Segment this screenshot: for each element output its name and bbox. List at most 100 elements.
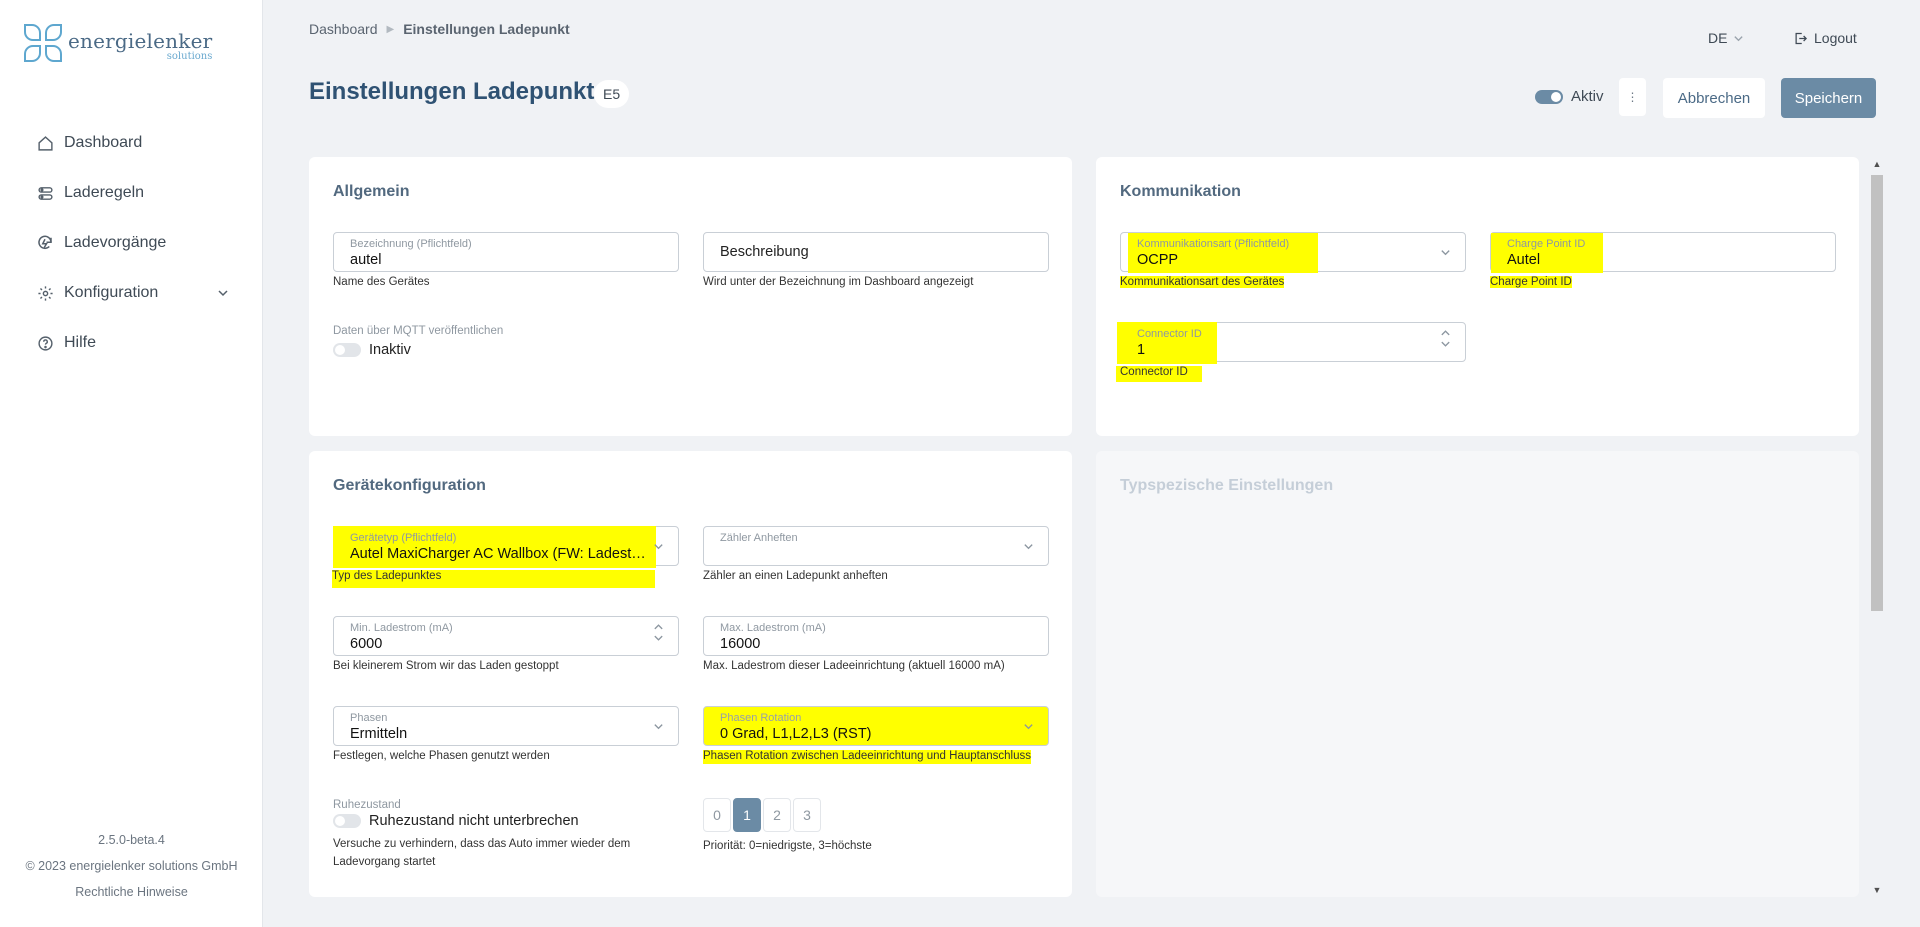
breadcrumb-separator-icon: ▶: [386, 23, 395, 35]
legal-link[interactable]: Rechtliche Hinweise: [0, 879, 263, 905]
more-options-button[interactable]: ⋮: [1619, 78, 1646, 116]
sidebar-nav: Dashboard Laderegeln Ladevorgänge Konfig…: [0, 118, 263, 368]
name-input[interactable]: Bezeichnung (Pflichtfeld) autel: [333, 232, 679, 272]
rest-label: Ruhezustand: [333, 799, 401, 811]
meter-select[interactable]: Zähler Anheften: [703, 526, 1049, 566]
logo-icon: [24, 24, 64, 64]
priority-option-0[interactable]: 0: [703, 798, 731, 832]
active-switch[interactable]: [1535, 89, 1563, 104]
breadcrumb-dashboard[interactable]: Dashboard: [309, 21, 378, 37]
max-current-field: Max. Ladestrom (mA) 16000 Max. Ladestrom…: [703, 616, 1049, 672]
logout-icon: [1795, 32, 1808, 44]
device-type-value: Autel MaxiCharger AC Wallbox (FW: Ladest…: [350, 546, 646, 562]
help-icon: [36, 334, 54, 352]
sidebar-item-label: Hilfe: [64, 334, 97, 351]
mqtt-switch[interactable]: [333, 343, 361, 357]
chevron-down-icon: [1024, 724, 1033, 730]
phases-value: Ermitteln: [350, 726, 408, 742]
min-current-hint: Bei kleinerem Strom wir das Laden gestop…: [333, 660, 559, 672]
rotation-field: Phasen Rotation 0 Grad, L1,L2,L3 (RST) P…: [703, 706, 1049, 764]
language-select[interactable]: DE: [1708, 30, 1744, 46]
description-input[interactable]: Beschreibung: [703, 232, 1049, 272]
scroll-up-icon[interactable]: ▲: [1870, 157, 1884, 171]
brand-logo[interactable]: energielenker solutions: [24, 24, 212, 64]
description-placeholder: Beschreibung: [720, 244, 809, 260]
meter-label: Zähler Anheften: [720, 532, 798, 544]
rotation-label: Phasen Rotation: [720, 712, 802, 724]
cancel-button[interactable]: Abbrechen: [1663, 78, 1765, 118]
page-title: Einstellungen Ladepunkt: [309, 78, 595, 105]
priority-option-2[interactable]: 2: [763, 798, 791, 832]
max-current-input[interactable]: Max. Ladestrom (mA) 16000: [703, 616, 1049, 656]
chargepoint-badge: E5: [594, 80, 630, 108]
connector-input[interactable]: Connector ID 1: [1117, 322, 1466, 364]
active-toggle[interactable]: Aktiv: [1535, 88, 1604, 105]
rotation-select[interactable]: Phasen Rotation 0 Grad, L1,L2,L3 (RST): [703, 706, 1049, 746]
brand-name: energielenker: [68, 29, 213, 53]
name-label: Bezeichnung (Pflichtfeld): [350, 238, 472, 250]
communication-title: Kommunikation: [1120, 183, 1241, 200]
cpid-input[interactable]: Charge Point ID Autel: [1490, 232, 1836, 273]
phases-select[interactable]: Phasen Ermitteln: [333, 706, 679, 746]
type-specific-title: Typspezische Einstellungen: [1120, 477, 1334, 494]
comm-type-select[interactable]: Kommunikationsart (Pflichtfeld) OCPP: [1120, 232, 1466, 273]
phases-field: Phasen Ermitteln Festlegen, welche Phase…: [333, 706, 679, 762]
comm-type-hint: Kommunikationsart des Gerätes: [1120, 276, 1285, 288]
rest-toggle-label: Ruhezustand nicht unterbrechen: [369, 813, 579, 829]
logout-button[interactable]: Logout: [1793, 30, 1857, 46]
save-button[interactable]: Speichern: [1781, 78, 1876, 118]
home-icon: [36, 134, 54, 152]
mqtt-state: Inaktiv: [369, 342, 411, 358]
chevron-down-icon: [654, 544, 663, 550]
device-type-field: Gerätetyp (Pflichtfeld) Autel MaxiCharge…: [332, 526, 679, 588]
priority-option-3[interactable]: 3: [793, 798, 821, 832]
logout-label: Logout: [1814, 30, 1857, 46]
rest-switch[interactable]: [333, 814, 361, 828]
phases-hint: Festlegen, welche Phasen genutzt werden: [333, 750, 550, 762]
sidebar-item-hilfe[interactable]: Hilfe: [0, 318, 263, 368]
general-title: Allgemein: [333, 183, 410, 200]
kebab-icon: ⋮: [1626, 90, 1639, 104]
scroll-down-icon[interactable]: ▼: [1870, 883, 1884, 897]
sidebar: energielenker solutions Dashboard Ladere…: [0, 0, 263, 927]
stepper-icon[interactable]: [1440, 329, 1451, 348]
min-current-input[interactable]: Min. Ladestrom (mA) 6000: [333, 616, 679, 656]
chevron-down-icon: [217, 286, 229, 304]
device-type-select[interactable]: Gerätetyp (Pflichtfeld) Autel MaxiCharge…: [333, 526, 679, 568]
breadcrumb-current: Einstellungen Ladepunkt: [403, 21, 570, 37]
max-current-hint: Max. Ladestrom dieser Ladeeinrichtung (a…: [703, 660, 1005, 672]
app-version: 2.5.0-beta.4: [98, 833, 165, 847]
rotation-hint: Phasen Rotation zwischen Ladeeinrichtung…: [703, 750, 1031, 764]
name-hint: Name des Gerätes: [333, 276, 430, 288]
comm-type-label: Kommunikationsart (Pflichtfeld): [1137, 238, 1290, 250]
cpid-label: Charge Point ID: [1507, 238, 1586, 250]
min-current-value: 6000: [350, 636, 383, 652]
copyright: © 2023 energielenker solutions GmbH: [25, 859, 238, 873]
name-value: autel: [350, 252, 382, 268]
name-field: Bezeichnung (Pflichtfeld) autel Name des…: [333, 232, 679, 288]
priority-option-1[interactable]: 1: [733, 798, 761, 832]
rules-icon: [36, 184, 54, 202]
mqtt-field: Daten über MQTT veröffentlichen Inaktiv: [333, 325, 503, 358]
sidebar-item-label: Laderegeln: [64, 184, 145, 201]
stepper-icon[interactable]: [653, 623, 664, 642]
sidebar-item-konfiguration[interactable]: Konfiguration: [0, 268, 263, 318]
connector-label: Connector ID: [1137, 328, 1202, 340]
language-value: DE: [1708, 30, 1728, 46]
gear-icon: [36, 284, 54, 302]
general-card: Allgemein Bezeichnung (Pflichtfeld) aute…: [309, 157, 1072, 436]
device-title: Gerätekonfiguration: [333, 477, 486, 494]
sidebar-item-ladevorgaenge[interactable]: Ladevorgänge: [0, 218, 263, 268]
device-type-hint: Typ des Ladepunktes: [332, 570, 655, 588]
sidebar-item-label: Dashboard: [64, 134, 143, 151]
connector-field: Connector ID 1 Connector ID: [1116, 322, 1466, 382]
content-scrollbar[interactable]: ▲ ▼: [1868, 157, 1884, 897]
device-card: Gerätekonfiguration Gerätetyp (Pflichtfe…: [309, 451, 1072, 897]
sidebar-item-dashboard[interactable]: Dashboard: [0, 118, 263, 168]
communication-card: Kommunikation Kommunikationsart (Pflicht…: [1096, 157, 1859, 436]
sidebar-item-label: Ladevorgänge: [64, 234, 167, 251]
breadcrumb: Dashboard ▶ Einstellungen Ladepunkt: [309, 21, 570, 37]
scrollbar-thumb[interactable]: [1871, 175, 1883, 611]
sidebar-item-laderegeln[interactable]: Laderegeln: [0, 168, 263, 218]
description-hint: Wird unter der Bezeichnung im Dashboard …: [703, 276, 974, 288]
